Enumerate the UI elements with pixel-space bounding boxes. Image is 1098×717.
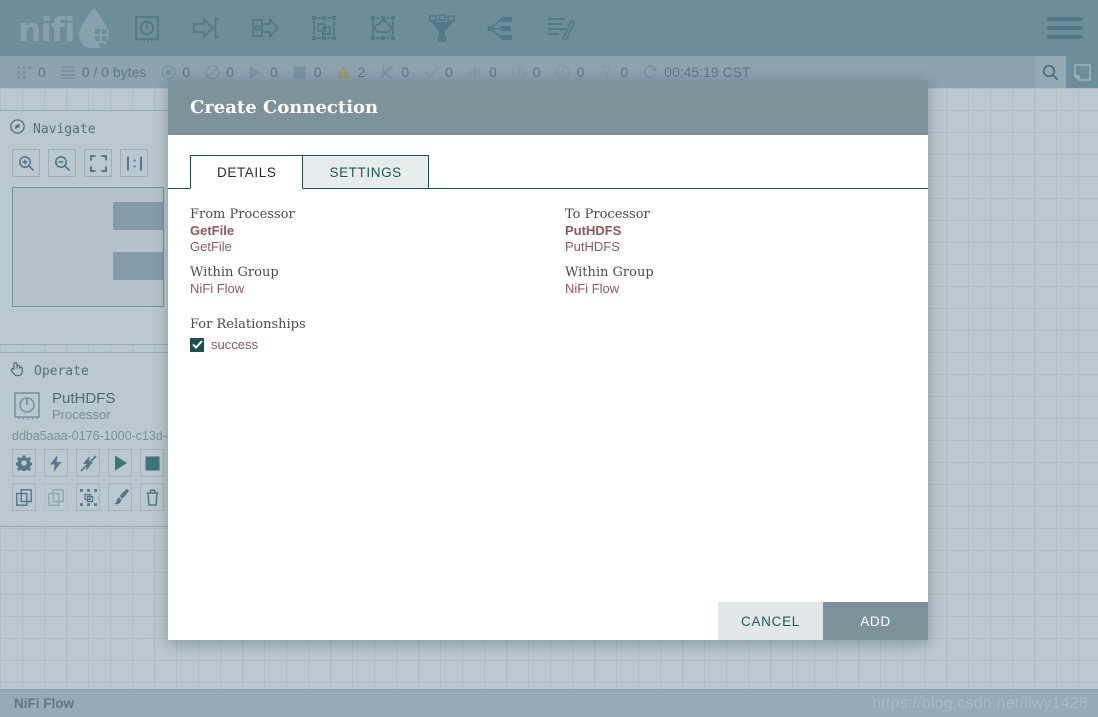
from-group-label: Within Group [190,265,279,280]
dialog-footer: CANCEL ADD [168,602,928,640]
to-processor-type: PutHDFS [565,239,620,254]
dialog-header: Create Connection [168,80,928,135]
relationship-item[interactable]: success [190,337,906,352]
tab-settings[interactable]: SETTINGS [303,155,429,189]
cancel-button[interactable]: CANCEL [718,602,823,640]
source-column: From Processor GetFile GetFile Within Gr… [190,206,548,297]
from-processor-name: GetFile [190,223,235,238]
destination-column: To Processor PutHDFS PutHDFS Within Grou… [548,206,906,297]
add-button[interactable]: ADD [823,602,928,640]
to-group-label: Within Group [565,265,654,280]
relationships-label: For Relationships [190,317,306,332]
from-processor-type: GetFile [190,239,232,254]
create-connection-dialog: Create Connection DETAILS SETTINGS From … [168,80,928,640]
dialog-tabs: DETAILS SETTINGS [168,135,928,189]
relationships-section: For Relationships success [190,316,906,352]
to-group-name: NiFi Flow [565,281,620,296]
from-processor-label: From Processor [190,207,295,222]
to-processor-name: PutHDFS [565,223,622,238]
tab-details[interactable]: DETAILS [190,155,304,189]
nifi-application: nifi 0 0 / 0 bytes 0 0 0 0 2 0 0 0 0 0 0… [0,0,1098,717]
relationship-checkbox[interactable] [190,337,204,352]
to-processor-label: To Processor [565,207,650,222]
relationship-name: success [211,337,258,352]
dialog-body: From Processor GetFile GetFile Within Gr… [168,189,928,602]
dialog-title: Create Connection [190,97,379,118]
connection-endpoints: From Processor GetFile GetFile Within Gr… [190,206,906,297]
from-group-name: NiFi Flow [190,281,245,296]
